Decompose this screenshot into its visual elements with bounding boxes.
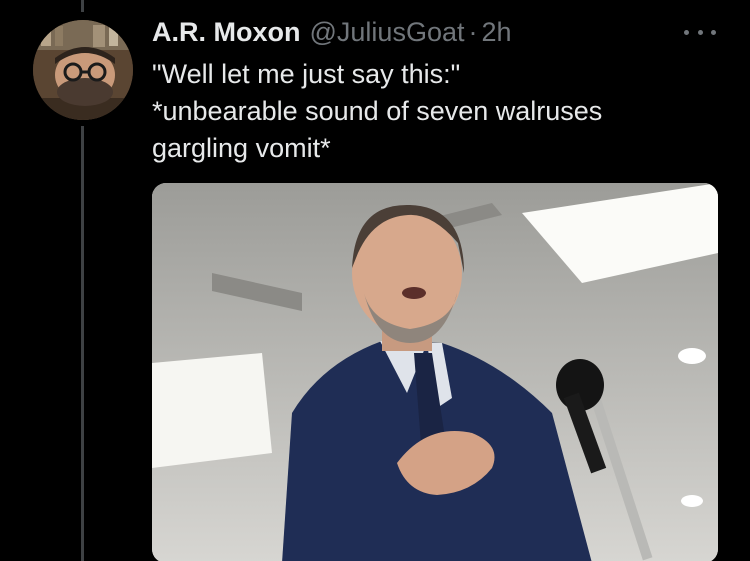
- author-avatar[interactable]: [33, 20, 133, 120]
- avatar-image: [33, 20, 133, 120]
- tweet-text-line: gargling vomit*: [152, 133, 331, 163]
- tweet-media-photo[interactable]: [152, 183, 718, 561]
- tweet-timestamp[interactable]: 2h: [481, 17, 511, 48]
- thread-connector-line-top: [81, 0, 84, 12]
- tweet-text-line: *unbearable sound of seven walruses: [152, 96, 603, 126]
- author-handle[interactable]: @JuliusGoat: [310, 17, 465, 48]
- more-dot: [684, 29, 689, 35]
- tweet-text-line: "Well let me just say this:": [152, 59, 461, 89]
- more-dot: [697, 29, 703, 35]
- header-separator: ·: [468, 16, 478, 47]
- more-horizontal-icon[interactable]: [680, 22, 720, 42]
- photo-image: [152, 183, 718, 561]
- more-dot: [711, 29, 716, 35]
- author-name[interactable]: A.R. Moxon: [152, 17, 301, 48]
- thread-connector-line: [81, 126, 84, 561]
- tweet-text: "Well let me just say this:" *unbearable…: [152, 56, 712, 167]
- tweet-header: A.R. Moxon @JuliusGoat · 2h: [152, 14, 512, 50]
